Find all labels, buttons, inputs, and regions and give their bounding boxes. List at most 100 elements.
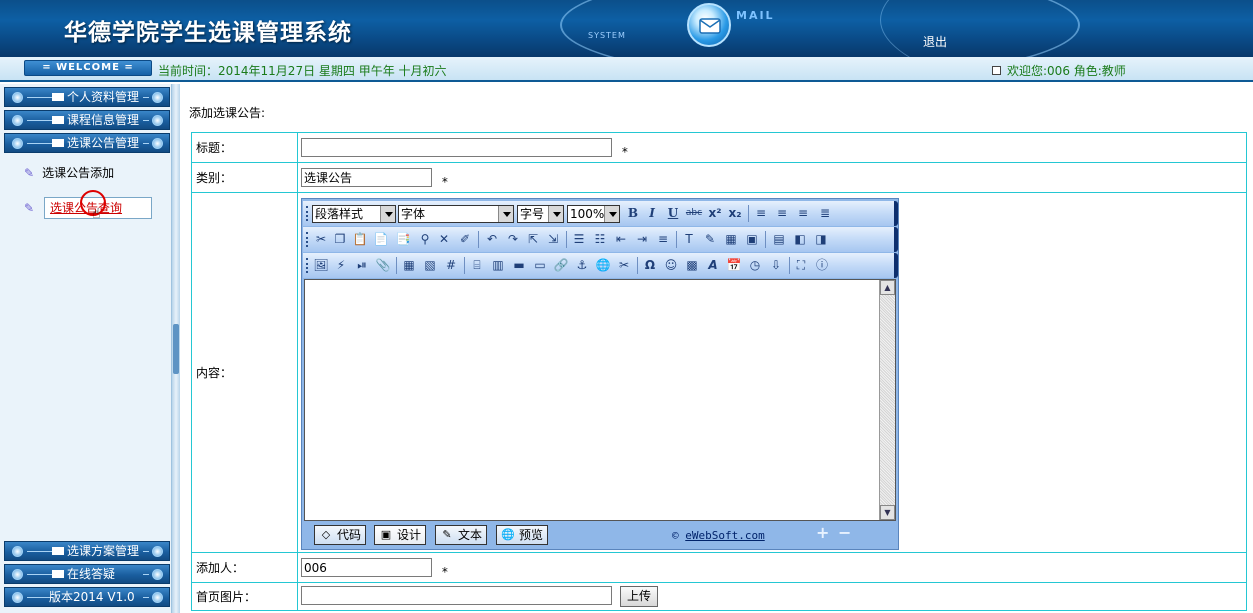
mode-code-button[interactable]: ◇ 代码 — [314, 524, 367, 545]
layers-icon[interactable]: ◨ — [813, 232, 829, 247]
logout-link[interactable]: 退出 — [923, 33, 947, 50]
paste-word-icon[interactable]: 📑 — [395, 232, 411, 247]
paragraph-style-select[interactable]: 段落样式 — [312, 204, 396, 223]
required-mark: * — [441, 564, 448, 579]
sidebar-splitter[interactable] — [172, 84, 180, 613]
link-icon[interactable]: 🔗 — [553, 258, 569, 273]
sidebar-version: 版本2014 V1.0 — [4, 587, 170, 607]
highlight-icon[interactable]: ✎ — [702, 232, 718, 247]
outdent-icon[interactable]: ⇤ — [613, 232, 629, 247]
redo-icon[interactable]: ↷ — [505, 232, 521, 247]
emoticon-icon[interactable]: ☺ — [663, 258, 679, 273]
sidebar-menu-announcement[interactable]: 选课公告管理 — [4, 133, 170, 153]
special-char-icon[interactable]: Ω — [642, 258, 658, 273]
zoom-out-icon[interactable]: − — [838, 524, 854, 541]
delete-icon[interactable]: ✕ — [436, 232, 452, 247]
superscript-icon[interactable]: x² — [707, 206, 723, 221]
layer-icon[interactable]: ◧ — [792, 232, 808, 247]
version-label: 版本2014 V1.0 — [49, 590, 135, 604]
content-label: 内容： — [191, 192, 298, 553]
select-all-icon[interactable]: ⇲ — [545, 232, 561, 247]
font-size-select[interactable]: 字号 — [517, 204, 564, 223]
excel-icon[interactable]: ▩ — [684, 258, 700, 273]
align-left-icon[interactable]: ≡ — [753, 206, 769, 221]
sidebar-menu-qa[interactable]: 在线答疑 — [4, 564, 170, 584]
ordered-list-icon[interactable]: ☰ — [571, 232, 587, 247]
table-props-icon[interactable]: ▧ — [422, 258, 438, 273]
toolbar-grip[interactable] — [306, 231, 308, 247]
italic-icon[interactable]: I — [644, 206, 660, 221]
map-icon[interactable]: 🌐 — [595, 258, 611, 273]
image-icon[interactable]: 🖼 — [313, 258, 329, 273]
subscript-icon[interactable]: x₂ — [727, 206, 743, 221]
bold-icon[interactable]: B — [625, 206, 641, 221]
toolbar-grip[interactable] — [306, 205, 308, 221]
underline-icon[interactable]: U — [665, 206, 681, 221]
date-icon[interactable]: 📅 — [726, 258, 742, 273]
zoom-in-icon[interactable]: + — [816, 524, 832, 541]
find-icon[interactable]: ⚲ — [417, 232, 433, 247]
marquee-icon[interactable]: ▭ — [532, 258, 548, 273]
sidebar-sub-item-add-announcement[interactable]: ✎ 选课公告添加 — [24, 164, 114, 181]
unordered-list-icon[interactable]: ☷ — [592, 232, 608, 247]
attachment-icon[interactable]: 📎 — [375, 258, 391, 273]
font-select[interactable]: 字体 — [398, 204, 514, 223]
scroll-down-icon[interactable]: ▼ — [880, 504, 895, 520]
paste-icon[interactable]: 📋 — [352, 232, 368, 247]
flash-icon[interactable]: ⚡ — [333, 258, 349, 273]
sidebar-menu-course[interactable]: 课程信息管理 — [4, 110, 170, 130]
text-color-icon[interactable]: T — [681, 232, 697, 247]
art-text-icon[interactable]: A — [705, 258, 721, 273]
mode-text-button[interactable]: ✎ 文本 — [435, 524, 488, 545]
sidebar-menu-profile[interactable]: 个人资料管理 — [4, 87, 170, 107]
editor-scrollbar[interactable]: ▲ ▼ — [879, 279, 895, 520]
undo-icon[interactable]: ↶ — [484, 232, 500, 247]
clean-format-icon[interactable]: ✐ — [457, 232, 473, 247]
iframe-icon[interactable]: ▥ — [490, 258, 506, 273]
cut-icon[interactable]: ✂ — [313, 232, 329, 247]
strikethrough-icon[interactable]: abc — [684, 206, 704, 221]
copy-icon[interactable]: ❐ — [332, 232, 348, 247]
adder-input[interactable] — [301, 558, 432, 577]
mode-preview-button[interactable]: 🌐 预览 — [496, 524, 549, 545]
grid-icon[interactable]: # — [443, 258, 459, 273]
bullet-icon — [152, 546, 163, 557]
import-icon[interactable]: ⇩ — [768, 258, 784, 273]
envelope-icon — [52, 570, 64, 578]
mail-icon[interactable] — [687, 3, 731, 47]
format-painter-icon[interactable]: ▣ — [744, 232, 760, 247]
anchor-icon[interactable]: ⚓ — [574, 258, 590, 273]
line-height-icon[interactable]: ≡ — [655, 232, 671, 247]
title-input[interactable] — [301, 138, 612, 157]
select-icon[interactable]: ⇱ — [525, 232, 541, 247]
background-color-icon[interactable]: ▦ — [723, 232, 739, 247]
horizontal-rule-icon[interactable]: ▬ — [511, 258, 527, 273]
category-input[interactable] — [301, 168, 432, 187]
bullet-icon — [12, 92, 23, 103]
paste-text-icon[interactable]: 📄 — [373, 232, 389, 247]
align-right-icon[interactable]: ≡ — [795, 206, 811, 221]
field-icon[interactable]: ⌸ — [469, 258, 485, 273]
adder-label: 添加人： — [191, 552, 298, 583]
table-icon[interactable]: ▦ — [401, 258, 417, 273]
editor-content-area[interactable]: ▲ ▼ — [304, 278, 896, 521]
page-properties-icon[interactable]: ▤ — [771, 232, 787, 247]
rich-text-editor: 段落样式 字体 字号 100% B I U abc x² x₂ ≡ ≡ ≡ ≣ … — [301, 197, 899, 550]
image-path-input[interactable] — [301, 586, 612, 605]
upload-button[interactable]: 上传 — [620, 586, 659, 607]
scroll-up-icon[interactable]: ▲ — [880, 279, 895, 295]
align-center-icon[interactable]: ≡ — [774, 206, 790, 221]
align-justify-icon[interactable]: ≣ — [817, 206, 833, 221]
unlink-icon[interactable]: ✂ — [616, 258, 632, 273]
media-icon[interactable]: ⏯ — [354, 258, 370, 273]
toolbar-grip[interactable] — [306, 257, 308, 273]
splitter-grip[interactable] — [173, 324, 179, 374]
mode-design-button[interactable]: ▣ 设计 — [374, 524, 427, 545]
editor-brand-link[interactable]: eWebSoft.com — [685, 529, 764, 542]
zoom-select[interactable]: 100% — [567, 204, 620, 223]
fullscreen-icon[interactable]: ⛶ — [793, 258, 809, 273]
indent-icon[interactable]: ⇥ — [634, 232, 650, 247]
sidebar-menu-plan[interactable]: 选课方案管理 — [4, 541, 170, 561]
about-icon[interactable]: ⓘ — [814, 258, 830, 273]
time-icon[interactable]: ◷ — [747, 258, 763, 273]
